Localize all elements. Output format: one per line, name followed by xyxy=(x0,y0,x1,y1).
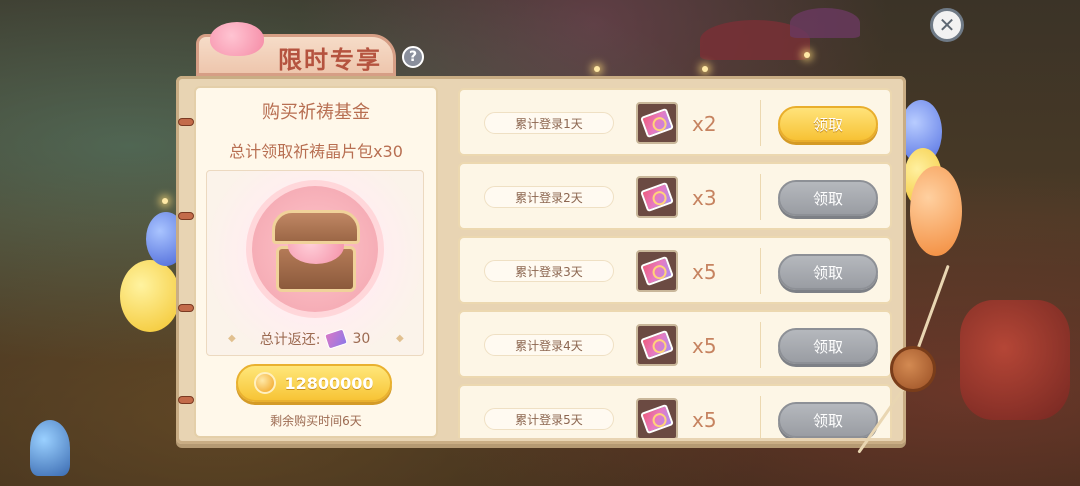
total-return-row: 总计返还: 30 xyxy=(206,322,424,356)
divider xyxy=(760,100,761,146)
light-bulb xyxy=(702,66,708,72)
red-plant xyxy=(960,300,1070,420)
remaining-time: 剩余购买时间6天 xyxy=(270,414,362,428)
crystal-pack-icon xyxy=(640,107,674,139)
binder-ring xyxy=(178,118,194,126)
reward-condition: 累计登录3天 xyxy=(484,260,614,282)
divider xyxy=(760,322,761,368)
claim-button[interactable]: 领取 xyxy=(778,328,878,364)
coin-icon xyxy=(254,372,277,394)
reward-quantity: x5 xyxy=(692,334,717,358)
question-icon: ? xyxy=(408,49,418,65)
divider xyxy=(760,396,761,438)
reward-item[interactable] xyxy=(636,176,678,218)
reward-item[interactable] xyxy=(636,102,678,144)
fund-description: 总计领取祈祷晶片包x30 xyxy=(229,142,403,161)
light-bulb xyxy=(162,198,168,204)
reward-row: 累计登录4天 x5 领取 xyxy=(458,310,892,378)
binder-ring xyxy=(178,396,194,404)
total-return-value: 30 xyxy=(352,331,371,347)
price-label: 12800000 xyxy=(284,373,374,393)
reward-row: 累计登录2天 x3 领取 xyxy=(458,162,892,230)
reward-condition: 累计登录2天 xyxy=(484,186,614,208)
chest-lid xyxy=(272,210,360,244)
reward-quantity: x5 xyxy=(692,408,717,432)
fund-title: 购买祈祷基金 xyxy=(262,102,370,123)
crystal-pack-icon xyxy=(640,255,674,287)
crystal-pack-icon xyxy=(640,403,674,435)
close-icon: ✕ xyxy=(938,13,956,37)
page-title: 限时专享 xyxy=(278,46,382,74)
claim-button[interactable]: 领取 xyxy=(778,402,878,438)
reward-quantity: x3 xyxy=(692,186,717,210)
reward-item[interactable] xyxy=(636,324,678,366)
reward-quantity: x2 xyxy=(692,112,717,136)
reward-list[interactable]: 累计登录1天 x2 领取 累计登录2天 x3 领取 累计登录3天 x5 领取 累… xyxy=(456,84,896,438)
buy-fund-button[interactable]: 12800000 xyxy=(236,364,392,402)
crystal-pack-icon xyxy=(640,181,674,213)
help-button[interactable]: ? xyxy=(402,46,424,68)
pig-mascot-icon xyxy=(210,22,264,56)
reward-condition: 累计登录5天 xyxy=(484,408,614,430)
light-bulb xyxy=(594,66,600,72)
reward-quantity: x5 xyxy=(692,260,717,284)
crystal-pack-icon xyxy=(640,329,674,361)
blue-plant xyxy=(30,420,70,476)
claim-button[interactable]: 领取 xyxy=(778,254,878,290)
divider xyxy=(760,248,761,294)
reward-row: 累计登录3天 x5 领取 xyxy=(458,236,892,304)
binder-ring xyxy=(178,212,194,220)
reward-row: 累计登录1天 x2 领取 xyxy=(458,88,892,156)
claim-button[interactable]: 领取 xyxy=(778,106,878,142)
claim-button[interactable]: 领取 xyxy=(778,180,878,216)
background-mushroom xyxy=(790,8,860,38)
crystal-pack-icon xyxy=(324,328,349,350)
reward-row: 累计登录5天 x5 领取 xyxy=(458,384,892,438)
reward-condition: 累计登录4天 xyxy=(484,334,614,356)
reward-item[interactable] xyxy=(636,250,678,292)
total-return-label: 总计返还: xyxy=(259,332,321,348)
divider xyxy=(760,174,761,220)
binder-ring xyxy=(178,304,194,312)
close-button[interactable]: ✕ xyxy=(930,8,964,42)
reward-condition: 累计登录1天 xyxy=(484,112,614,134)
yellow-balloon xyxy=(120,260,180,332)
reward-item[interactable] xyxy=(636,398,678,438)
wax-seal-icon xyxy=(890,346,936,392)
orange-balloon xyxy=(910,166,962,256)
light-bulb xyxy=(804,52,810,58)
